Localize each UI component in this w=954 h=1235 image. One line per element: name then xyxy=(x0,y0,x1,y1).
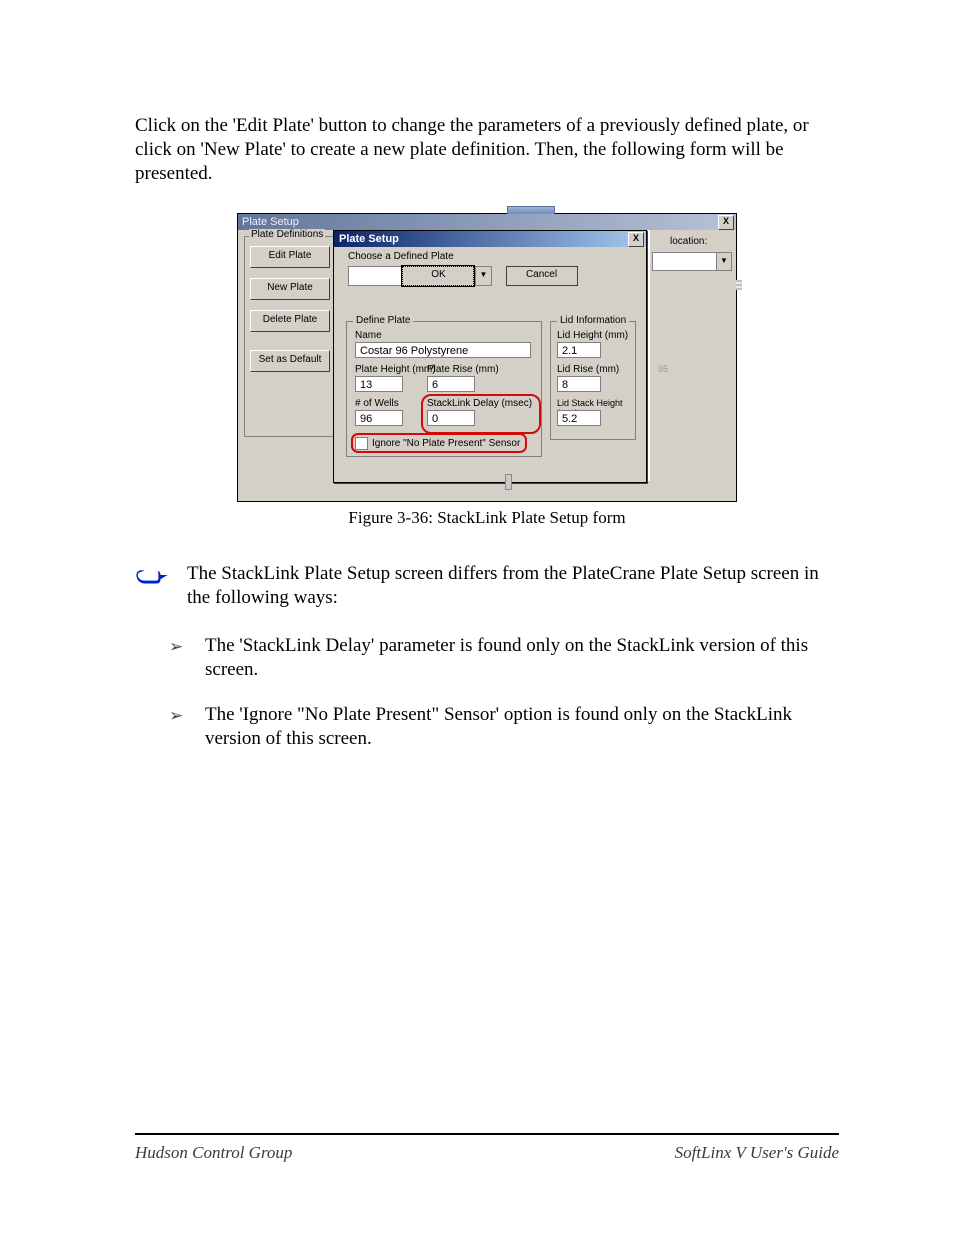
pointing-hand-icon xyxy=(135,562,169,593)
inner-dialog-title: Plate Setup xyxy=(339,233,399,245)
outer-close-button[interactable]: X xyxy=(718,215,734,230)
plate-setup-dialog: Plate Setup X Choose a Defined Plate ▼ D… xyxy=(333,230,647,483)
lid-stack-height-field[interactable]: 5.2 xyxy=(557,410,601,426)
screenshot-figure: Plate Setup X Plate Definitions Edit Pla… xyxy=(237,213,737,502)
ignore-sensor-row[interactable]: Ignore "No Plate Present" Sensor xyxy=(355,437,520,450)
bullet-list: ➢ The 'StackLink Delay' parameter is fou… xyxy=(169,634,839,751)
lid-information-legend: Lid Information xyxy=(557,315,629,326)
location-dropdown[interactable]: ▼ xyxy=(652,252,732,271)
intro-paragraph: Click on the 'Edit Plate' button to chan… xyxy=(135,114,839,185)
plate-height-field[interactable]: 13 xyxy=(355,376,403,392)
figure-caption: Figure 3-36: StackLink Plate Setup form xyxy=(237,508,737,528)
bullet-item: The 'StackLink Delay' parameter is found… xyxy=(205,634,839,682)
arrow-bullet-icon: ➢ xyxy=(169,634,187,682)
bullet-item: The 'Ignore "No Plate Present" Sensor' o… xyxy=(205,703,839,751)
new-plate-button[interactable]: New Plate xyxy=(250,278,330,300)
define-plate-legend: Define Plate xyxy=(353,315,413,326)
plate-rise-label: Plate Rise (mm) xyxy=(427,364,499,375)
stacklink-delay-label: StackLink Delay (msec) xyxy=(427,398,532,409)
set-as-default-button[interactable]: Set as Default xyxy=(250,350,330,372)
note-paragraph: The StackLink Plate Setup screen differs… xyxy=(187,562,839,610)
outer-window-title: Plate Setup xyxy=(242,216,299,228)
name-label: Name xyxy=(355,330,382,341)
footer-right: SoftLinx V User's Guide xyxy=(675,1143,839,1163)
choose-plate-label: Choose a Defined Plate xyxy=(348,251,636,262)
wells-label: # of Wells xyxy=(355,398,399,409)
footer-left: Hudson Control Group xyxy=(135,1143,292,1163)
location-label: location: xyxy=(670,236,707,247)
scroll-stub-icon xyxy=(505,474,512,490)
lid-rise-label: Lid Rise (mm) xyxy=(557,364,619,375)
delete-plate-button[interactable]: Delete Plate xyxy=(250,310,330,332)
plate-definitions-legend: Plate Definitions xyxy=(249,229,325,240)
edge-decoration xyxy=(736,280,742,290)
lid-height-label: Lid Height (mm) xyxy=(557,330,628,341)
plate-rise-field[interactable]: 6 xyxy=(427,376,475,392)
footer-rule xyxy=(135,1133,839,1135)
chevron-down-icon: ▼ xyxy=(716,253,731,270)
define-plate-group: Define Plate Name Costar 96 Polystyrene … xyxy=(346,321,542,457)
ignore-sensor-checkbox[interactable] xyxy=(355,437,368,450)
lid-rise-field[interactable]: 8 xyxy=(557,376,601,392)
lid-information-group: Lid Information Lid Height (mm) 2.1 Lid … xyxy=(550,321,636,440)
ok-button[interactable]: OK xyxy=(402,266,474,286)
inner-titlebar: Plate Setup X xyxy=(334,231,646,247)
background-right-panel: location: ▼ 95 xyxy=(648,230,736,481)
partial-text: 95 xyxy=(658,364,668,374)
arrow-bullet-icon: ➢ xyxy=(169,703,187,751)
edit-plate-button[interactable]: Edit Plate xyxy=(250,246,330,268)
inner-close-button[interactable]: X xyxy=(628,232,644,247)
stacklink-delay-field[interactable]: 0 xyxy=(427,410,475,426)
plate-height-label: Plate Height (mm) xyxy=(355,364,436,375)
outer-window-titlebar: Plate Setup X xyxy=(238,214,736,230)
plate-definitions-group: Plate Definitions Edit Plate New Plate D… xyxy=(244,236,336,437)
name-field[interactable]: Costar 96 Polystyrene xyxy=(355,342,531,358)
cancel-button[interactable]: Cancel xyxy=(506,266,578,286)
wells-field[interactable]: 96 xyxy=(355,410,403,426)
lid-height-field[interactable]: 2.1 xyxy=(557,342,601,358)
ignore-sensor-label: Ignore "No Plate Present" Sensor xyxy=(372,438,520,449)
